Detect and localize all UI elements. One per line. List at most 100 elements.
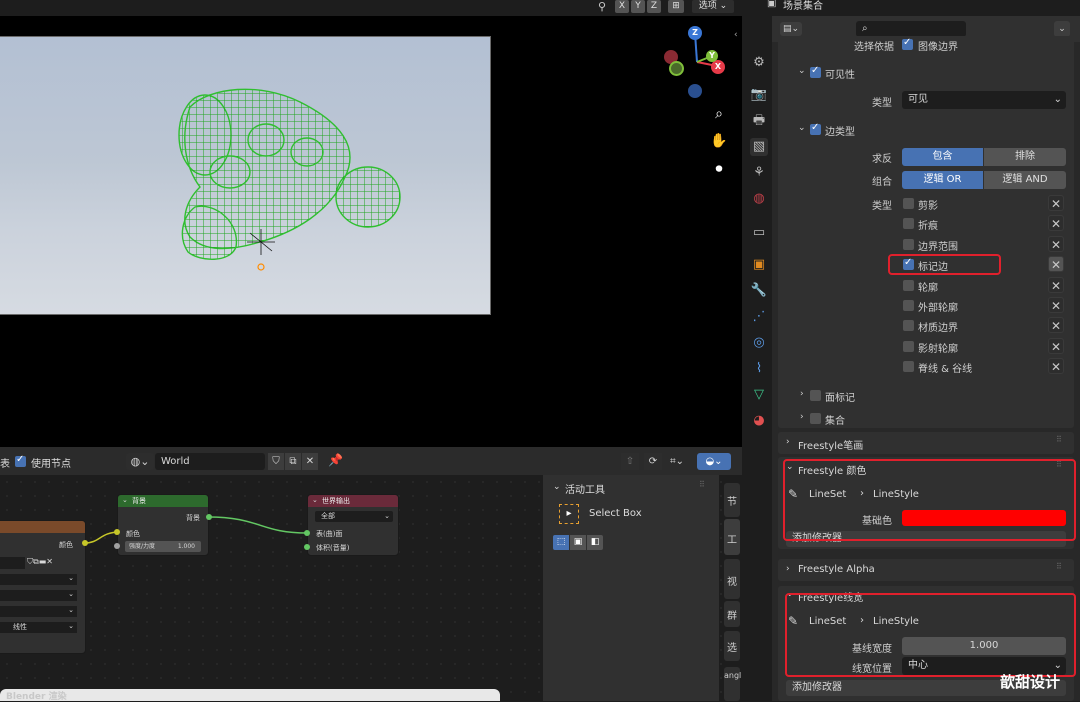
- tab-particles-icon[interactable]: ⋰: [750, 308, 768, 326]
- edge-types-checkbox[interactable]: [810, 122, 821, 135]
- tab-constraints-icon[interactable]: ⌇: [750, 360, 768, 378]
- gizmo-y-icon[interactable]: Y: [706, 50, 718, 62]
- volume-input-socket[interactable]: [304, 544, 310, 550]
- edge-type-exclude-icon-1[interactable]: ✕: [1048, 215, 1064, 231]
- tab-tool[interactable]: 工: [724, 519, 740, 555]
- tab-collection-icon[interactable]: ▭: [750, 224, 768, 242]
- background-output-socket[interactable]: [206, 514, 212, 520]
- strength-field[interactable]: 强度/力度 1.000: [125, 541, 201, 552]
- edge-type-checkbox-0[interactable]: [903, 198, 914, 209]
- tab-data-icon[interactable]: ▽: [750, 386, 768, 404]
- freestyle-alpha-panel[interactable]: › Freestyle Alpha ⠿: [778, 559, 1074, 581]
- edge-type-exclude-icon-6[interactable]: ✕: [1048, 317, 1064, 333]
- tab-options[interactable]: 选: [724, 631, 740, 661]
- background-color-input-socket[interactable]: [114, 529, 120, 535]
- edge-type-checkbox-7[interactable]: [903, 341, 914, 352]
- 3d-viewport[interactable]: ⚲ X Y Z ⊞ 选项 ⌄ Z X Y ⌕ ✋ ⏺ ‹: [0, 0, 742, 447]
- collection-checkbox[interactable]: [810, 413, 821, 424]
- image-fake-user-icon[interactable]: ⛉⧉▬✕: [27, 557, 53, 567]
- tab-output-icon[interactable]: 🖶: [750, 112, 768, 130]
- mirror-icon[interactable]: ⚲: [598, 0, 606, 13]
- options-dropdown[interactable]: 选项 ⌄: [692, 0, 734, 13]
- world-name-field[interactable]: World: [155, 453, 265, 470]
- extension-dropdown[interactable]: ⌄: [0, 606, 77, 617]
- edge-type-exclude-icon-4[interactable]: ✕: [1048, 277, 1064, 293]
- render-window-titlebar[interactable]: Blender 渲染: [0, 689, 500, 702]
- edge-types-chevron-icon[interactable]: ⌄: [798, 123, 806, 133]
- edge-type-checkbox-1[interactable]: [903, 218, 914, 229]
- edge-type-exclude-icon-0[interactable]: ✕: [1048, 195, 1064, 211]
- texture-node[interactable]: ⛉⧉▬✕ ⌄ ⌄ ⌄ 线性 ⌄ 颜色: [0, 520, 86, 654]
- projection-dropdown[interactable]: ⌄: [0, 590, 77, 601]
- negation-include-button[interactable]: 包含: [902, 148, 983, 166]
- tab-node[interactable]: 节: [724, 483, 740, 517]
- background-node[interactable]: 背景 背景 颜色 强度/力度 1.000 ⌄: [117, 494, 209, 556]
- negation-exclude-button[interactable]: 排除: [984, 148, 1066, 166]
- freestyle-stroke-panel[interactable]: › Freestyle笔画 ⠿: [778, 432, 1074, 454]
- tab-modifier-icon[interactable]: 🔧: [750, 282, 768, 300]
- tab-view[interactable]: 视: [724, 559, 740, 599]
- collapse-arrow-icon[interactable]: ‹: [734, 30, 738, 40]
- edge-type-exclude-icon-7[interactable]: ✕: [1048, 338, 1064, 354]
- edge-type-checkbox-6[interactable]: [903, 320, 914, 331]
- node-link-icon[interactable]: ⟳: [644, 453, 662, 470]
- drag-handle-icon[interactable]: ⠿: [1056, 435, 1062, 444]
- colorspace-dropdown[interactable]: 线性 ⌄: [0, 622, 77, 633]
- navigation-gizmo[interactable]: Z X Y: [660, 22, 740, 102]
- pan-hand-icon[interactable]: ✋: [708, 130, 730, 152]
- tab-world-icon[interactable]: ◍: [750, 190, 768, 208]
- edge-type-exclude-icon-8[interactable]: ✕: [1048, 358, 1064, 374]
- fake-user-icon[interactable]: ⛉: [268, 453, 284, 470]
- world-browse-button[interactable]: ◍⌄: [126, 453, 154, 470]
- drag-handle-icon[interactable]: ⠿: [699, 480, 705, 489]
- camera-view-icon[interactable]: ⏺: [708, 158, 730, 180]
- visibility-chevron-icon[interactable]: ⌄: [798, 66, 806, 76]
- visibility-checkbox[interactable]: [810, 65, 821, 78]
- tab-object-icon[interactable]: ▣: [750, 256, 768, 274]
- options-chevron-icon[interactable]: ⌄: [1054, 21, 1070, 37]
- texture-color-socket[interactable]: [82, 540, 88, 546]
- edge-type-checkbox-4[interactable]: [903, 280, 914, 291]
- duplicate-icon[interactable]: ⧉: [285, 453, 301, 470]
- face-marks-checkbox[interactable]: [810, 390, 821, 401]
- select-mode-extend-icon[interactable]: ▣: [570, 535, 586, 550]
- gizmo-z-icon[interactable]: Z: [688, 26, 702, 40]
- pin-icon[interactable]: 📌: [328, 453, 343, 467]
- snap-icon[interactable]: ⊞: [668, 0, 684, 13]
- select-mode-subtract-icon[interactable]: ◧: [587, 535, 603, 550]
- image-border-checkbox[interactable]: [902, 37, 913, 50]
- edge-type-checkbox-8[interactable]: [903, 361, 914, 372]
- tab-render-icon[interactable]: 📷: [750, 86, 768, 104]
- world-output-node[interactable]: 世界输出 全部 ⌄ 表(曲)面 体积(音量) ⌄: [307, 494, 399, 556]
- tab-scene-icon[interactable]: ⚘: [750, 164, 768, 182]
- axis-y-toggle[interactable]: Y: [631, 0, 645, 13]
- search-input[interactable]: ⌕: [856, 21, 966, 37]
- gizmo-x-icon[interactable]: X: [711, 60, 725, 74]
- parent-node-icon[interactable]: ⇧: [621, 453, 639, 470]
- select-mode-new-icon[interactable]: ⬚: [553, 535, 569, 550]
- background-strength-socket[interactable]: [114, 543, 120, 549]
- edge-type-checkbox-2[interactable]: [903, 239, 914, 250]
- collapse-icon[interactable]: ⌄: [312, 496, 318, 504]
- tab-tool-icon[interactable]: ⚙: [750, 54, 768, 72]
- collection-chevron-icon[interactable]: ›: [800, 412, 804, 422]
- snap-grid-icon[interactable]: ⌗⌄: [664, 453, 690, 470]
- tab-view-layer-icon[interactable]: ▧: [750, 138, 768, 156]
- use-nodes-checkbox[interactable]: [15, 454, 26, 467]
- output-target-dropdown[interactable]: 全部 ⌄: [315, 511, 393, 522]
- zoom-icon[interactable]: ⌕: [708, 103, 730, 125]
- active-tool-chevron-icon[interactable]: ⌄: [553, 482, 561, 492]
- combination-and-button[interactable]: 逻辑 AND: [984, 171, 1066, 189]
- gizmo-neg-z-icon[interactable]: [688, 84, 702, 98]
- gizmo-neg-y-icon[interactable]: [669, 61, 684, 76]
- scene-collection-label[interactable]: 场景集合: [783, 0, 823, 12]
- combination-or-button[interactable]: 逻辑 OR: [902, 171, 983, 189]
- edge-type-checkbox-5[interactable]: [903, 300, 914, 311]
- edge-type-exclude-icon-3[interactable]: ✕: [1048, 256, 1064, 272]
- visibility-type-dropdown[interactable]: 可见 ⌄: [902, 91, 1066, 109]
- tab-addon[interactable]: angl: [724, 667, 741, 701]
- select-box-tool-icon[interactable]: ▸: [559, 504, 579, 524]
- editor-type-icon[interactable]: ▤⌄: [780, 22, 802, 36]
- edge-type-exclude-icon-2[interactable]: ✕: [1048, 236, 1064, 252]
- tab-material-icon[interactable]: ◕: [750, 412, 768, 430]
